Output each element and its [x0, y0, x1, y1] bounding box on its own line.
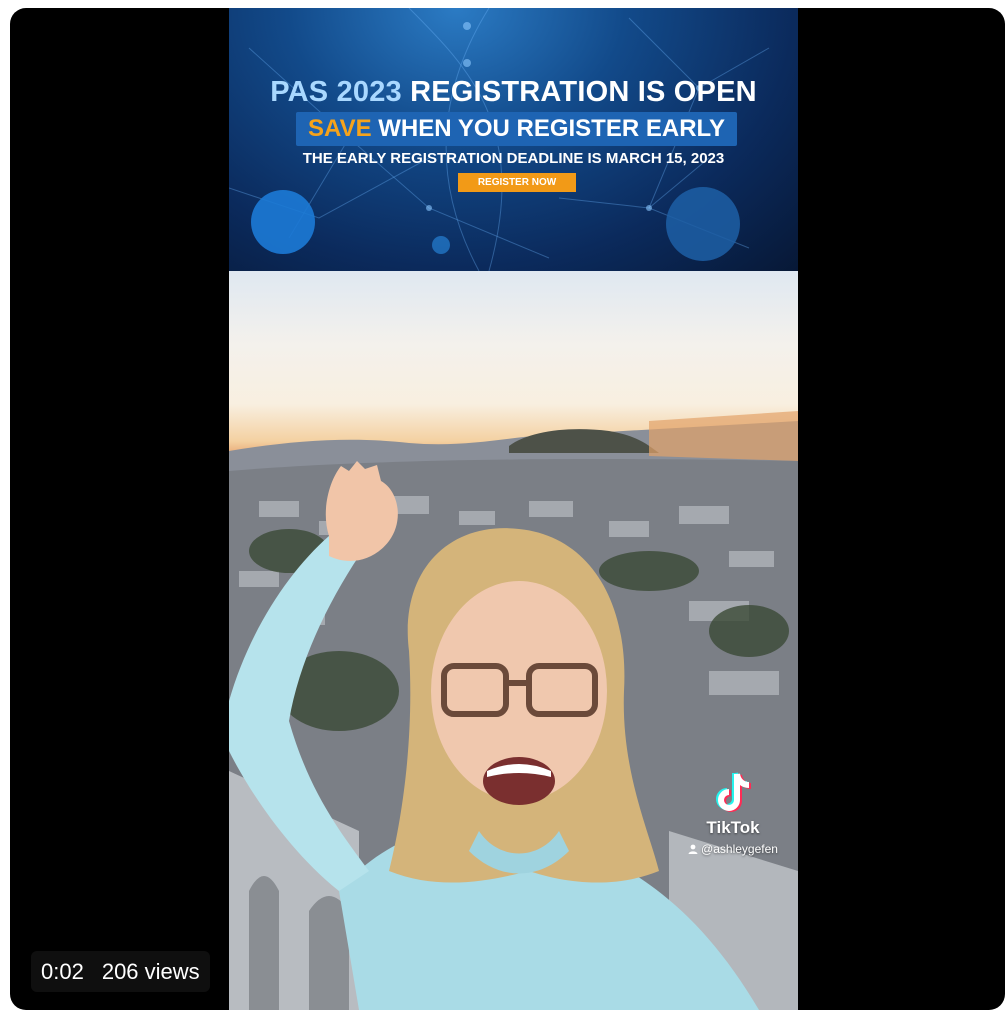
scene-illustration — [229, 411, 798, 1010]
tiktok-logo-icon — [716, 772, 752, 812]
playback-info-overlay: 0:02 206 views — [31, 951, 210, 992]
banner-title: PAS 2023 REGISTRATION IS OPEN — [229, 76, 798, 109]
banner-title-rest: REGISTRATION IS OPEN — [401, 76, 757, 108]
view-count: 206 views — [101, 959, 200, 984]
video-frame[interactable]: PAS 2023 REGISTRATION IS OPEN SAVE WHEN … — [229, 8, 798, 1010]
banner-title-highlight: PAS 2023 — [270, 76, 402, 108]
video-player[interactable]: PAS 2023 REGISTRATION IS OPEN SAVE WHEN … — [10, 8, 1005, 1010]
banner-save-strip: SAVE WHEN YOU REGISTER EARLY — [296, 112, 737, 146]
tiktok-username-text: @ashleygefen — [701, 842, 778, 856]
registration-banner: PAS 2023 REGISTRATION IS OPEN SAVE WHEN … — [229, 8, 798, 271]
video-scene — [229, 271, 798, 1010]
register-now-button: REGISTER NOW — [458, 173, 576, 192]
tiktok-watermark: TikTok @ashleygefen — [678, 770, 788, 856]
banner-save-highlight: SAVE — [308, 115, 372, 142]
tiktok-wordmark: TikTok — [706, 818, 760, 837]
playback-time: 0:02 — [41, 959, 84, 984]
banner-deadline: THE EARLY REGISTRATION DEADLINE IS MARCH… — [302, 150, 725, 167]
banner-save-rest: WHEN YOU REGISTER EARLY — [371, 115, 725, 142]
user-icon — [688, 844, 698, 854]
tiktok-username: @ashleygefen — [678, 842, 788, 856]
